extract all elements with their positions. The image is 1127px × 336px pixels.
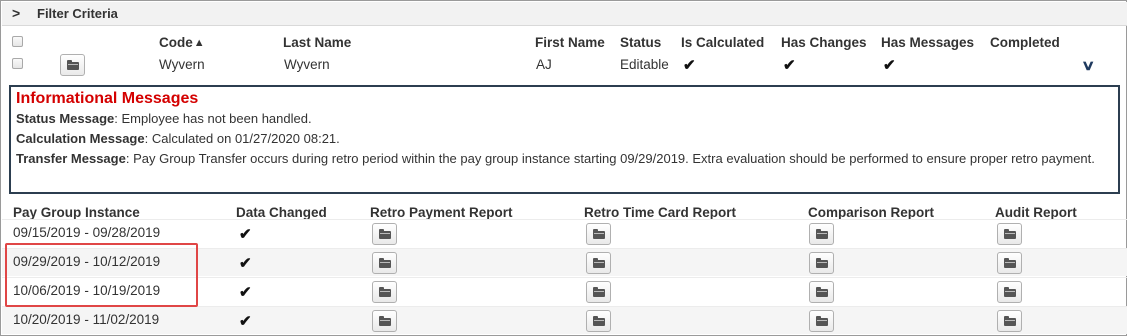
calculation-message-text: : Calculated on 01/27/2020 08:21. [144, 131, 340, 146]
cell-code: Wyvern [159, 57, 205, 72]
comparison-report-button[interactable] [809, 252, 834, 274]
comparison-report-button[interactable] [809, 310, 834, 332]
folder-icon [67, 60, 79, 70]
retro-time-card-report-button[interactable] [586, 310, 611, 332]
select-all-checkbox[interactable] [12, 36, 23, 47]
folder-icon [816, 316, 828, 326]
is-calculated-check-icon: ✔ [683, 57, 696, 74]
folder-icon [379, 229, 391, 239]
has-changes-check-icon: ✔ [783, 57, 796, 74]
has-messages-check-icon: ✔ [883, 57, 896, 74]
folder-icon [816, 258, 828, 268]
folder-icon [1004, 258, 1016, 268]
transfer-message-text: : Pay Group Transfer occurs during retro… [125, 151, 1095, 166]
column-header-retro-time-card-report[interactable]: Retro Time Card Report [584, 205, 736, 220]
folder-icon [379, 258, 391, 268]
messages-title: Informational Messages [16, 90, 199, 107]
audit-report-button[interactable] [997, 223, 1022, 245]
data-changed-check-icon: ✔ [239, 255, 252, 272]
column-header-audit-report[interactable]: Audit Report [995, 205, 1077, 220]
cell-pay-group-instance: 10/20/2019 - 11/02/2019 [13, 312, 160, 327]
column-header-completed[interactable]: Completed [990, 35, 1060, 50]
column-header-data-changed[interactable]: Data Changed [236, 205, 327, 220]
cell-last-name: Wyvern [284, 57, 330, 72]
transfer-message: Transfer Message: Pay Group Transfer occ… [16, 150, 1111, 168]
retro-payment-report-button[interactable] [372, 310, 397, 332]
column-header-comparison-report[interactable]: Comparison Report [808, 205, 934, 220]
highlight-box [5, 243, 198, 307]
open-folder-button[interactable] [60, 54, 85, 76]
folder-icon [379, 316, 391, 326]
retro-time-card-report-button[interactable] [586, 223, 611, 245]
chevron-down-icon[interactable]: ∨ [1081, 57, 1095, 74]
status-message-label: Status Message [16, 111, 115, 126]
folder-icon [593, 229, 605, 239]
column-header-has-messages[interactable]: Has Messages [881, 35, 974, 50]
chevron-right-icon[interactable]: > [12, 5, 20, 21]
employee-row[interactable]: Wyvern Wyvern AJ Editable ✔ ✔ ✔ ∨ [2, 54, 1127, 80]
data-changed-check-icon: ✔ [239, 226, 252, 243]
main-panel: > Filter Criteria Code▲ Last Name First … [0, 0, 1127, 336]
comparison-report-button[interactable] [809, 223, 834, 245]
informational-messages-panel: Informational Messages Status Message: E… [9, 85, 1120, 194]
status-message-text: : Employee has not been handled. [114, 111, 312, 126]
audit-report-button[interactable] [997, 310, 1022, 332]
status-message: Status Message: Employee has not been ha… [16, 110, 1111, 128]
cell-pay-group-instance: 09/15/2019 - 09/28/2019 [13, 225, 161, 240]
column-header-has-changes[interactable]: Has Changes [781, 35, 867, 50]
transfer-message-label: Transfer Message [16, 151, 126, 166]
retro-payment-report-button[interactable] [372, 223, 397, 245]
column-header-code[interactable]: Code▲ [159, 35, 205, 50]
folder-icon [593, 316, 605, 326]
calculation-message: Calculation Message: Calculated on 01/27… [16, 130, 1111, 148]
folder-icon [593, 287, 605, 297]
row-select-checkbox[interactable] [12, 58, 23, 69]
data-changed-check-icon: ✔ [239, 313, 252, 330]
filter-criteria-bar[interactable]: > Filter Criteria [2, 2, 1127, 26]
pay-group-row[interactable]: 10/20/2019 - 11/02/2019 ✔ [2, 306, 1127, 334]
retro-time-card-report-button[interactable] [586, 252, 611, 274]
column-header-first-name[interactable]: First Name [535, 35, 605, 50]
folder-icon [379, 287, 391, 297]
filter-criteria-title[interactable]: Filter Criteria [37, 6, 118, 21]
cell-first-name: AJ [536, 57, 552, 72]
folder-icon [816, 287, 828, 297]
retro-payment-report-button[interactable] [372, 252, 397, 274]
column-header-last-name[interactable]: Last Name [283, 35, 351, 50]
cell-status: Editable [620, 57, 669, 72]
column-header-pay-group-instance[interactable]: Pay Group Instance [13, 205, 140, 220]
folder-icon [1004, 229, 1016, 239]
sort-ascending-icon[interactable]: ▲ [194, 37, 205, 49]
retro-time-card-report-button[interactable] [586, 281, 611, 303]
column-header-is-calculated[interactable]: Is Calculated [681, 35, 764, 50]
column-header-retro-payment-report[interactable]: Retro Payment Report [370, 205, 513, 220]
folder-icon [816, 229, 828, 239]
folder-icon [593, 258, 605, 268]
audit-report-button[interactable] [997, 252, 1022, 274]
employee-table-header: Code▲ Last Name First Name Status Is Cal… [2, 33, 1127, 53]
data-changed-check-icon: ✔ [239, 284, 252, 301]
audit-report-button[interactable] [997, 281, 1022, 303]
folder-icon [1004, 316, 1016, 326]
column-header-status[interactable]: Status [620, 35, 661, 50]
folder-icon [1004, 287, 1016, 297]
calculation-message-label: Calculation Message [16, 131, 145, 146]
comparison-report-button[interactable] [809, 281, 834, 303]
retro-payment-report-button[interactable] [372, 281, 397, 303]
